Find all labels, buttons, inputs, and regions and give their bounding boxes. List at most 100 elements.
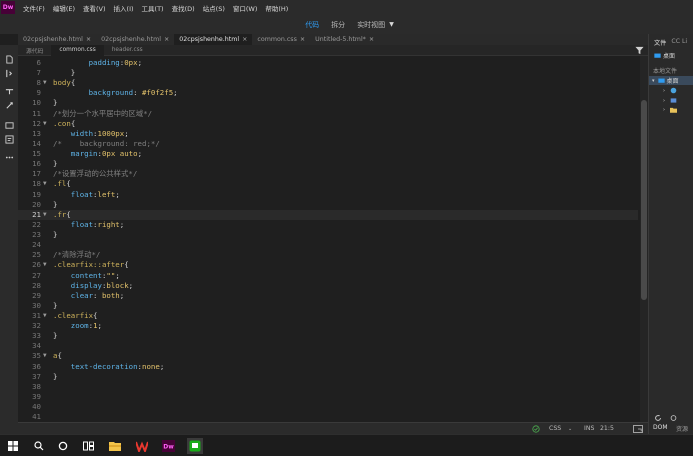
code-line[interactable]: 12 ▼ .con{: [18, 119, 638, 129]
menu-find[interactable]: 查找(D): [172, 3, 195, 13]
live-view-button[interactable]: 实时视图: [357, 20, 385, 30]
code-text[interactable]: /*设置浮动的公共样式*/: [53, 169, 137, 179]
code-line[interactable]: 24: [18, 240, 638, 250]
code-line[interactable]: 40: [18, 402, 638, 412]
code-text[interactable]: /* background: red;*/: [53, 139, 160, 149]
code-text[interactable]: .con{: [53, 119, 75, 129]
code-text[interactable]: background: #f0f2f5;: [53, 88, 178, 98]
menu-insert[interactable]: 插入(I): [114, 3, 134, 13]
code-line[interactable]: 35 ▼ a{: [18, 351, 638, 361]
code-line[interactable]: 34: [18, 341, 638, 351]
close-icon[interactable]: ×: [369, 36, 374, 43]
code-line[interactable]: 28 display:block;: [18, 281, 638, 291]
code-line[interactable]: 27 content:"";: [18, 271, 638, 281]
code-line[interactable]: 15 margin:0px auto;: [18, 149, 638, 159]
code-line[interactable]: 10}: [18, 98, 638, 108]
code-text[interactable]: zoom:1;: [53, 321, 102, 331]
code-text[interactable]: float:left;: [53, 190, 120, 200]
code-line[interactable]: 22 float:right;: [18, 220, 638, 230]
close-icon[interactable]: ×: [300, 36, 305, 43]
connect-icon[interactable]: [669, 414, 678, 422]
code-text[interactable]: padding:0px;: [53, 58, 142, 68]
document-tab[interactable]: Untitled-5.html* ×: [310, 34, 379, 45]
code-text[interactable]: display:block;: [53, 281, 133, 291]
wechat-taskbar-icon[interactable]: [187, 438, 203, 454]
language-selector[interactable]: CSS: [549, 424, 561, 434]
code-text[interactable]: }: [53, 159, 57, 169]
code-text[interactable]: /*划分一个水平居中的区域*/: [53, 109, 152, 119]
refresh-icon[interactable]: [654, 414, 662, 422]
tree-root[interactable]: ▾ 桌面: [649, 76, 693, 85]
code-line[interactable]: 23}: [18, 230, 638, 240]
close-icon[interactable]: ×: [86, 36, 91, 43]
code-text[interactable]: .fr{: [53, 210, 71, 220]
code-line[interactable]: 36 text-decoration:none;: [18, 362, 638, 372]
code-line[interactable]: 18 ▼ .fl{: [18, 179, 638, 189]
related-file-common-css[interactable]: common.css: [51, 44, 104, 56]
fold-toggle-icon[interactable]: ▼: [43, 311, 50, 321]
code-text[interactable]: float:right;: [53, 220, 124, 230]
document-tab-active[interactable]: 02cpsjshenhe.html ×: [174, 34, 253, 45]
code-text[interactable]: margin:0px auto;: [53, 149, 142, 159]
code-text[interactable]: }: [53, 68, 75, 78]
code-text[interactable]: width:1000px;: [53, 129, 129, 139]
code-text[interactable]: body{: [53, 78, 75, 88]
code-line[interactable]: 41: [18, 412, 638, 422]
scrollbar-thumb[interactable]: [641, 100, 647, 300]
code-line[interactable]: 32 zoom:1;: [18, 321, 638, 331]
code-line[interactable]: 8 ▼ body{: [18, 78, 638, 88]
tab-assets[interactable]: 资源: [676, 424, 688, 433]
expand-collapse-icon[interactable]: [4, 69, 15, 78]
filter-icon[interactable]: [635, 46, 644, 55]
code-text[interactable]: a{: [53, 351, 62, 361]
code-text[interactable]: content:"";: [53, 271, 120, 281]
collapse-full-tag-icon[interactable]: [4, 87, 15, 96]
tab-dom[interactable]: DOM: [653, 424, 668, 431]
code-line[interactable]: 38: [18, 382, 638, 392]
code-line[interactable]: 31 ▼ .clearfix{: [18, 311, 638, 321]
code-text[interactable]: .clearfix{: [53, 311, 98, 321]
code-text[interactable]: }: [53, 301, 57, 311]
menu-window[interactable]: 窗口(W): [233, 3, 258, 13]
chevron-right-icon[interactable]: ›: [663, 107, 665, 113]
wps-office-icon[interactable]: [134, 438, 150, 454]
tree-item[interactable]: ›: [663, 97, 677, 104]
tree-item[interactable]: ›: [663, 107, 677, 113]
document-tab[interactable]: 02cpsjshenhe.html ×: [18, 34, 96, 45]
windows-start-icon[interactable]: [5, 438, 21, 454]
code-text[interactable]: .fl{: [53, 179, 71, 189]
format-source-icon[interactable]: [4, 135, 15, 144]
code-line[interactable]: 16}: [18, 159, 638, 169]
split-view-button[interactable]: 拆分: [331, 20, 345, 30]
code-line[interactable]: 21 ▼ .fr{: [18, 209, 638, 220]
wrap-tag-icon[interactable]: [4, 101, 15, 110]
document-tab[interactable]: 02cpsjshenhe.html ×: [96, 34, 174, 45]
code-text[interactable]: }: [53, 372, 57, 382]
menu-help[interactable]: 帮助(H): [265, 3, 288, 13]
code-line[interactable]: 19 float:left;: [18, 190, 638, 200]
code-line[interactable]: 14 /* background: red;*/: [18, 139, 638, 149]
fold-toggle-icon[interactable]: ▼: [43, 351, 50, 361]
window-size-icon[interactable]: [633, 425, 643, 433]
code-line[interactable]: 26 ▼ .clearfix::after{: [18, 260, 638, 270]
fold-toggle-icon[interactable]: ▼: [43, 260, 50, 270]
code-line[interactable]: 30}: [18, 301, 638, 311]
code-text[interactable]: }: [53, 200, 57, 210]
related-file-header-css[interactable]: header.css: [104, 45, 151, 56]
tree-item[interactable]: ›: [663, 87, 677, 94]
chevron-down-icon[interactable]: ▾: [652, 78, 655, 84]
fold-toggle-icon[interactable]: ▼: [43, 78, 50, 88]
code-line[interactable]: 20}: [18, 200, 638, 210]
dreamweaver-taskbar-icon[interactable]: Dw: [160, 438, 176, 454]
comment-icon[interactable]: [4, 121, 15, 130]
menu-view[interactable]: 查看(V): [83, 3, 106, 13]
code-text[interactable]: .clearfix::after{: [53, 260, 129, 270]
code-line[interactable]: 7 }: [18, 68, 638, 78]
file-icon[interactable]: [4, 55, 15, 64]
chevron-right-icon[interactable]: ›: [663, 98, 665, 104]
code-text[interactable]: }: [53, 230, 57, 240]
code-line[interactable]: 9 background: #f0f2f5;: [18, 88, 638, 98]
code-text[interactable]: }: [53, 331, 57, 341]
code-line[interactable]: 29 clear: both;: [18, 291, 638, 301]
search-icon[interactable]: [31, 438, 47, 454]
